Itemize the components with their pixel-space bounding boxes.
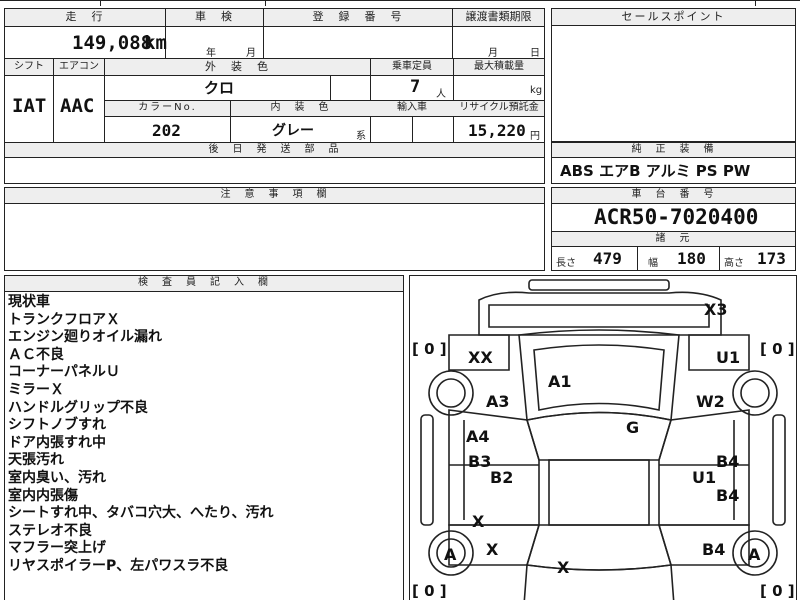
sales-point-box [551, 8, 796, 142]
transfer-month-unit: 月 [488, 48, 498, 59]
tire-right-rear-tread: [ 0 ] [760, 582, 795, 600]
inspector-note-line: リヤスポイラーP、左パワスラ不良 [8, 558, 229, 574]
inspector-note-line: ＡＣ不良 [8, 346, 64, 363]
recycle-value: 15,220 [468, 121, 526, 140]
transfer-deadline-header: 譲渡書類期限 [465, 10, 532, 23]
inspection-header: 車 検 [195, 10, 234, 23]
top-edge-line [0, 0, 800, 1]
recycle-unit: 円 [530, 131, 540, 142]
import-header: 輸入車 [397, 102, 427, 113]
aircon-header: エアコン [59, 61, 99, 72]
inspector-note-line: シフトノブすれ [8, 417, 106, 434]
inspector-note-line: 室内臭い、汚れ [8, 470, 106, 486]
mark-xx: XX [468, 348, 493, 367]
capacity-value: 7 [410, 77, 421, 97]
interior-color-unit: 系 [356, 131, 366, 142]
recycle-header: リサイクル預託金 [459, 102, 539, 113]
inspector-note-line: 天張汚れ [8, 452, 64, 469]
height-label: 高さ [724, 258, 744, 269]
mark-a4: A4 [466, 427, 490, 446]
mark-b4-mid: B4 [716, 486, 740, 505]
mark-a3: A3 [486, 392, 510, 411]
mark-b4-lower: B4 [702, 540, 726, 559]
interior-color-header: 内 装 色 [270, 102, 331, 113]
aircon-value: AAC [60, 95, 95, 117]
mark-x-left-2: X [486, 540, 499, 559]
capacity-header: 乗車定員 [392, 61, 432, 72]
inspector-note-line: 現状車 [8, 294, 50, 310]
mark-b4-upper: B4 [716, 452, 740, 471]
mark-b3: B3 [468, 452, 492, 471]
mark-x-left: X [472, 512, 485, 531]
mileage-value: 149,088 [72, 32, 153, 54]
interior-color-value: グレー [272, 123, 314, 139]
specs-header: 諸 元 [655, 233, 692, 244]
inspector-note-line: シートすれ中、タバコ穴大、へたり、汚れ [8, 505, 274, 522]
mark-x3: X3 [704, 300, 728, 319]
later-parts-header: 後 日 発 送 部 品 [208, 144, 341, 155]
equipment-header: 純 正 装 備 [631, 144, 716, 155]
mark-u1-top: U1 [716, 348, 741, 367]
mileage-unit: km [144, 32, 167, 54]
width-value: 180 [677, 249, 706, 268]
inspection-year-unit: 年 [206, 48, 216, 59]
inspector-note-line: マフラー突上げ [8, 540, 106, 557]
chassis-header: 車 台 番 号 [631, 189, 716, 200]
mark-a-left: A [444, 545, 457, 564]
exterior-color-value: クロ [204, 79, 235, 97]
transfer-day-unit: 日 [530, 48, 540, 59]
mark-g: G [626, 418, 640, 437]
inspector-note-line: ミラーＸ [8, 382, 64, 398]
mark-a1: A1 [548, 372, 572, 391]
chassis-number: ACR50-7020400 [594, 205, 759, 229]
inspection-month-unit: 月 [246, 48, 256, 59]
inspector-note-line: ステレオ不良 [8, 522, 92, 539]
mark-u1-mid: U1 [692, 468, 717, 487]
tire-right-front-tread: [ 0 ] [760, 340, 795, 358]
inspector-note-line: ハンドルグリップ不良 [8, 399, 148, 416]
inspector-note-line: トランクフロアＸ [8, 311, 120, 328]
exterior-color-header: 外 装 色 [205, 60, 270, 73]
color-no-value: 202 [152, 121, 181, 140]
inspector-note-line: 室内内張傷 [8, 487, 78, 504]
height-value: 173 [757, 249, 786, 268]
sales-point-header: セールスポイント [621, 10, 726, 23]
width-label: 幅 [648, 258, 658, 269]
length-label: 長さ [556, 258, 576, 269]
registration-header: 登 録 番 号 [312, 10, 404, 23]
inspector-note-line: コーナーパネルＵ [8, 364, 120, 381]
tire-left-front-tread: [ 0 ] [412, 340, 447, 358]
shift-header: シフト [14, 61, 44, 72]
length-value: 479 [593, 249, 622, 268]
mark-b2: B2 [490, 468, 514, 487]
color-no-header: カラーNo. [138, 102, 197, 113]
max-load-header: 最大積載量 [474, 61, 524, 72]
tire-left-rear-tread: [ 0 ] [412, 582, 447, 600]
inspector-note-line: ドア内張すれ中 [8, 434, 106, 451]
notes-header: 注 意 事 項 欄 [220, 189, 329, 200]
capacity-unit: 人 [436, 89, 446, 100]
mark-a-right: A [748, 545, 761, 564]
mileage-header: 走 行 [65, 10, 105, 23]
mark-w2: W2 [696, 392, 725, 411]
equipment-value: ABS エアB アルミ PS PW [560, 162, 751, 180]
shift-value: IAT [12, 95, 47, 117]
inspector-note-line: エンジン廻りオイル漏れ [8, 329, 162, 346]
max-load-unit: kg [530, 85, 543, 96]
mark-x-bottom: X [557, 558, 570, 577]
inspector-header: 検 査 員 記 入 欄 [138, 277, 270, 288]
